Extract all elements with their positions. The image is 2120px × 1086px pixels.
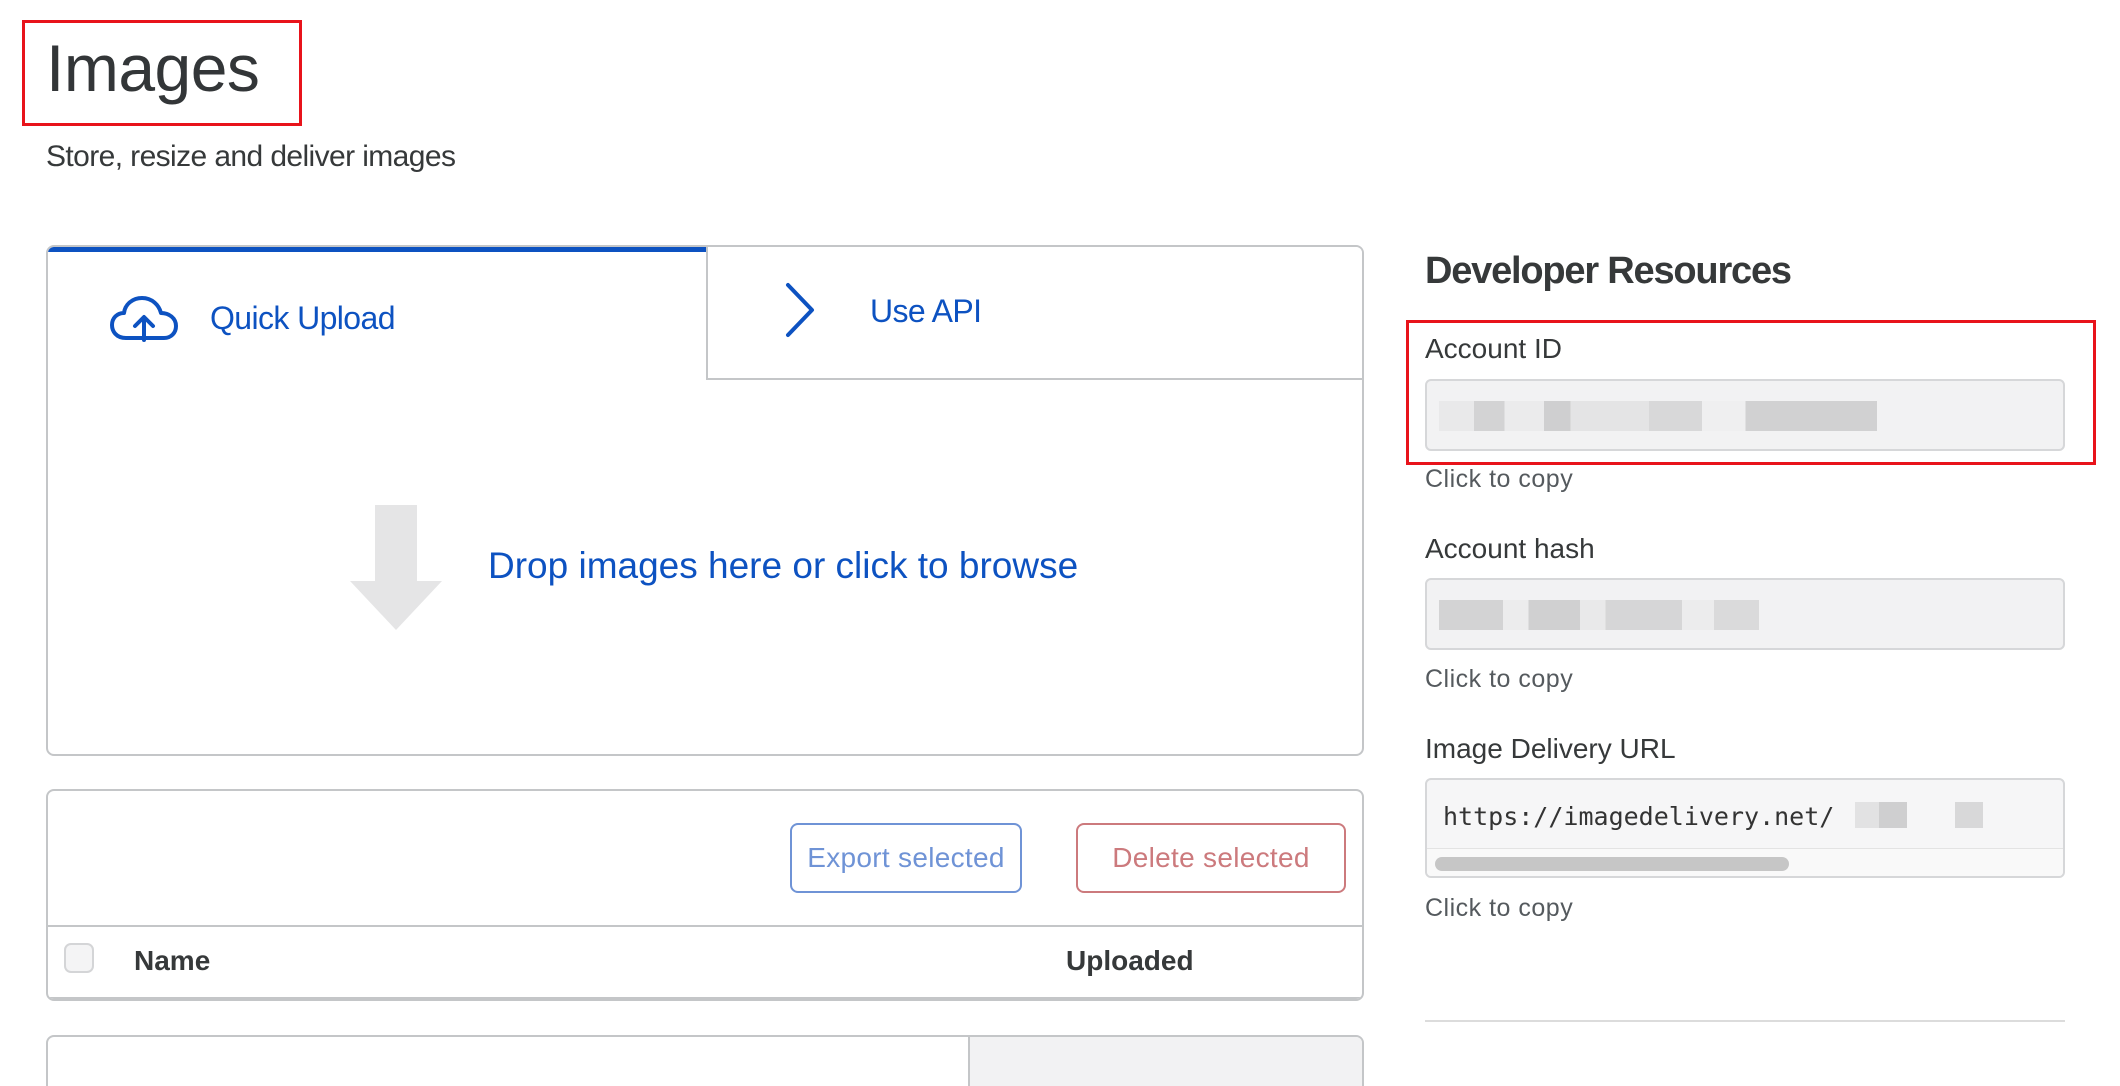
column-header-name[interactable]: Name [134,945,210,977]
delivery-url-redacted [1855,802,2055,828]
select-all-checkbox[interactable] [64,943,94,973]
delete-selected-button[interactable]: Delete selected [1076,823,1346,893]
tab-quick-upload[interactable]: Quick Upload [48,247,706,380]
account-id-label: Account ID [1425,333,1562,364]
scrollbar-thumb[interactable] [1435,857,1789,871]
section-divider [1425,1020,2065,1022]
delivery-url-field[interactable]: https://imagedelivery.net/ [1425,778,2065,878]
table-row [46,1035,1364,1086]
page-subtitle: Store, resize and deliver images [46,140,456,173]
delivery-url-text: https://imagedelivery.net/ [1443,802,1835,831]
export-selected-button[interactable]: Export selected [790,823,1022,893]
horizontal-scrollbar[interactable] [1427,848,2063,876]
tab-use-api[interactable]: Use API [706,247,1362,380]
arrow-down-icon [350,505,442,630]
table-row-side-panel [968,1037,1362,1086]
images-table-card: Export selected Delete selected Name Upl… [46,789,1364,1001]
delivery-url-copy-hint: Click to copy [1425,894,1574,922]
delivery-url-label: Image Delivery URL [1425,733,1676,764]
cloud-upload-icon [110,296,178,342]
account-hash-redacted [1439,600,1759,630]
dropzone-text: Drop images here or click to browse [488,545,1079,586]
page-title: Images [46,31,260,105]
account-id-field[interactable] [1425,379,2065,451]
image-dropzone[interactable]: Drop images here or click to browse [48,380,1362,754]
account-id-redacted [1439,401,1877,431]
upload-card: Quick Upload Use API Drop images here or… [46,245,1364,756]
column-header-uploaded[interactable]: Uploaded [1066,945,1194,977]
tab-use-api-label: Use API [870,293,982,329]
account-hash-copy-hint: Click to copy [1425,665,1574,693]
developer-resources-heading: Developer Resources [1425,250,1792,292]
account-id-copy-hint: Click to copy [1425,465,1574,493]
account-hash-field[interactable] [1425,578,2065,650]
tab-quick-upload-label: Quick Upload [210,300,396,336]
chevron-right-icon [786,283,814,337]
account-hash-label: Account hash [1425,533,1595,564]
